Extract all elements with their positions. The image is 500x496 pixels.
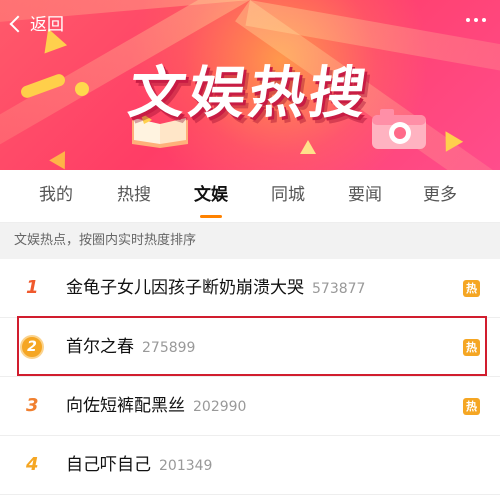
rank-number: 1: [26, 277, 39, 298]
chevron-left-icon: [9, 15, 27, 32]
back-button[interactable]: 返回: [9, 10, 64, 35]
back-label: 返回: [30, 15, 64, 35]
tab-more[interactable]: 更多: [405, 170, 475, 222]
topic-title: 自己吓自己 201349: [66, 436, 212, 494]
topic-title: 首尔之春 275899: [66, 318, 195, 376]
tab-entertainment[interactable]: 文娱: [176, 170, 246, 222]
hot-badge-icon: 热: [463, 398, 480, 415]
header-banner: 返回 文娱热搜: [0, 0, 500, 170]
hot-badge-icon: 热: [463, 339, 480, 356]
list-item[interactable]: 1 金龟子女儿因孩子断奶崩溃大哭 573877 热: [0, 259, 500, 318]
section-subtitle: 文娱热点，按圈内实时热度排序: [0, 223, 500, 259]
tab-local[interactable]: 同城: [253, 170, 323, 222]
heat-count: 202990: [193, 399, 247, 415]
tab-news[interactable]: 要闻: [330, 170, 400, 222]
tab-bar: 我的 热搜 文娱 同城 要闻 更多: [0, 170, 500, 223]
heat-count: 201349: [159, 458, 213, 474]
decor-triangle: [49, 146, 73, 170]
more-dots-icon: [466, 18, 470, 22]
rank-number: 2: [20, 335, 44, 359]
list-item[interactable]: 4 自己吓自己 201349: [0, 436, 500, 495]
heat-count: 573877: [312, 281, 366, 297]
heat-count: 275899: [142, 340, 196, 356]
rank-number: 4: [26, 454, 39, 475]
hot-badge-icon: 热: [463, 280, 480, 297]
more-button[interactable]: [466, 18, 486, 22]
decor-triangle: [300, 140, 316, 154]
more-dots-icon: [474, 18, 478, 22]
topic-text: 金龟子女儿因孩子断奶崩溃大哭: [66, 278, 304, 298]
more-dots-icon: [482, 18, 486, 22]
topic-text: 自己吓自己: [66, 455, 151, 475]
rank-number: 3: [26, 395, 39, 416]
tab-mine[interactable]: 我的: [21, 170, 91, 222]
topic-text: 首尔之春: [66, 337, 134, 357]
list-item[interactable]: 3 向佐短裤配黑丝 202990 热: [0, 377, 500, 436]
page-title: 文娱热搜: [124, 61, 374, 126]
topic-title: 金龟子女儿因孩子断奶崩溃大哭 573877: [66, 259, 365, 317]
list-item[interactable]: 2 首尔之春 275899 热: [0, 318, 500, 377]
tab-hot-search[interactable]: 热搜: [99, 170, 169, 222]
topic-title: 向佐短裤配黑丝 202990: [66, 377, 246, 435]
topic-text: 向佐短裤配黑丝: [66, 396, 185, 416]
